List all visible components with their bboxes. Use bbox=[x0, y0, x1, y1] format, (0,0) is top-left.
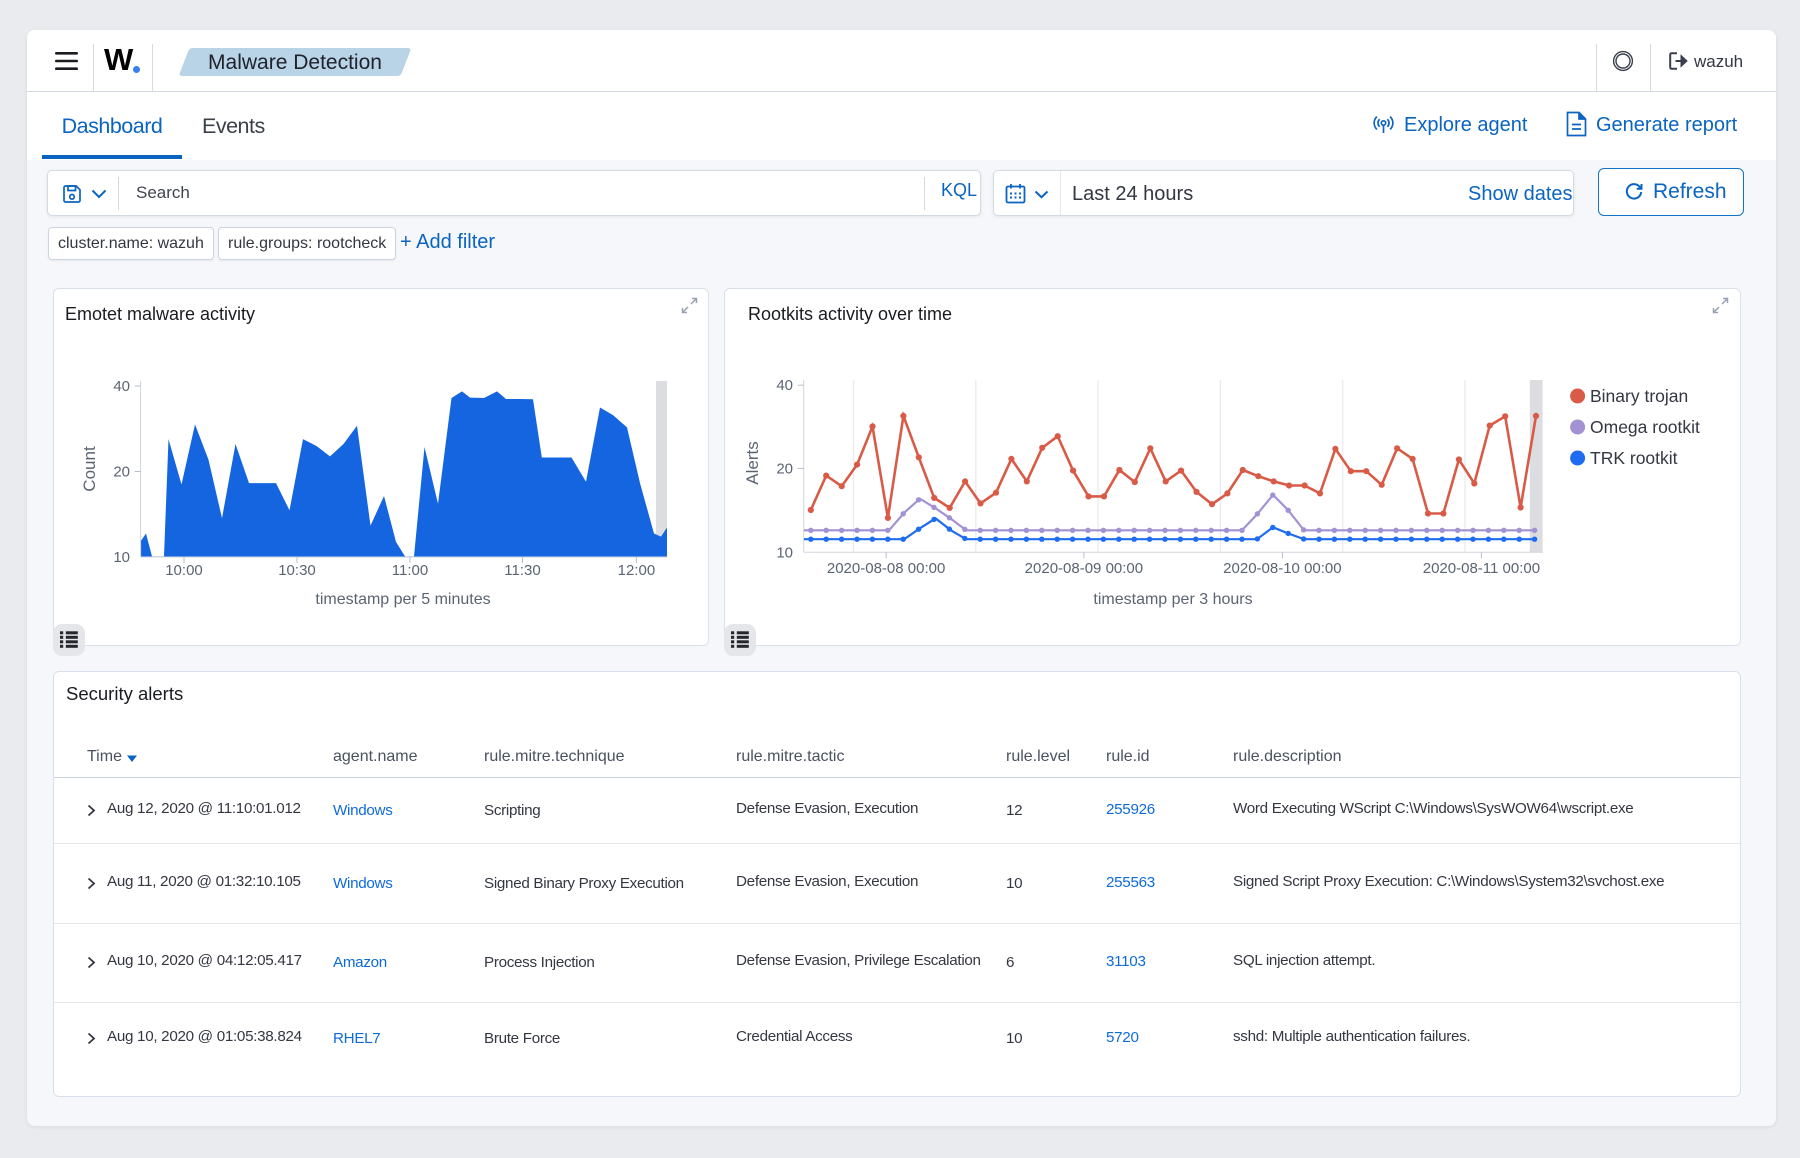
svg-text:timestamp per 3 hours: timestamp per 3 hours bbox=[1093, 591, 1252, 608]
svg-text:2020-08-10 00:00: 2020-08-10 00:00 bbox=[1223, 560, 1341, 577]
svg-text:Count: Count bbox=[80, 446, 99, 492]
svg-text:12:00: 12:00 bbox=[618, 562, 656, 579]
svg-text:Binary trojan: Binary trojan bbox=[1590, 386, 1688, 406]
svg-text:10:30: 10:30 bbox=[278, 562, 316, 579]
svg-text:11:00: 11:00 bbox=[392, 562, 428, 579]
svg-text:10: 10 bbox=[776, 544, 793, 561]
svg-text:2020-08-08 00:00: 2020-08-08 00:00 bbox=[827, 560, 945, 577]
svg-text:TRK rootkit: TRK rootkit bbox=[1590, 448, 1678, 468]
svg-text:40: 40 bbox=[776, 377, 793, 394]
svg-text:Omega rootkit: Omega rootkit bbox=[1590, 417, 1700, 437]
svg-text:20: 20 bbox=[113, 464, 130, 481]
svg-text:10:00: 10:00 bbox=[165, 562, 203, 579]
svg-text:11:30: 11:30 bbox=[504, 562, 540, 579]
svg-text:40: 40 bbox=[113, 378, 130, 395]
svg-text:10: 10 bbox=[113, 549, 130, 566]
svg-text:2020-08-11 00:00: 2020-08-11 00:00 bbox=[1423, 560, 1540, 577]
svg-text:timestamp per 5 minutes: timestamp per 5 minutes bbox=[315, 591, 490, 608]
svg-text:Alerts: Alerts bbox=[743, 441, 762, 484]
svg-text:20: 20 bbox=[776, 460, 793, 477]
svg-text:2020-08-09 00:00: 2020-08-09 00:00 bbox=[1025, 560, 1143, 577]
